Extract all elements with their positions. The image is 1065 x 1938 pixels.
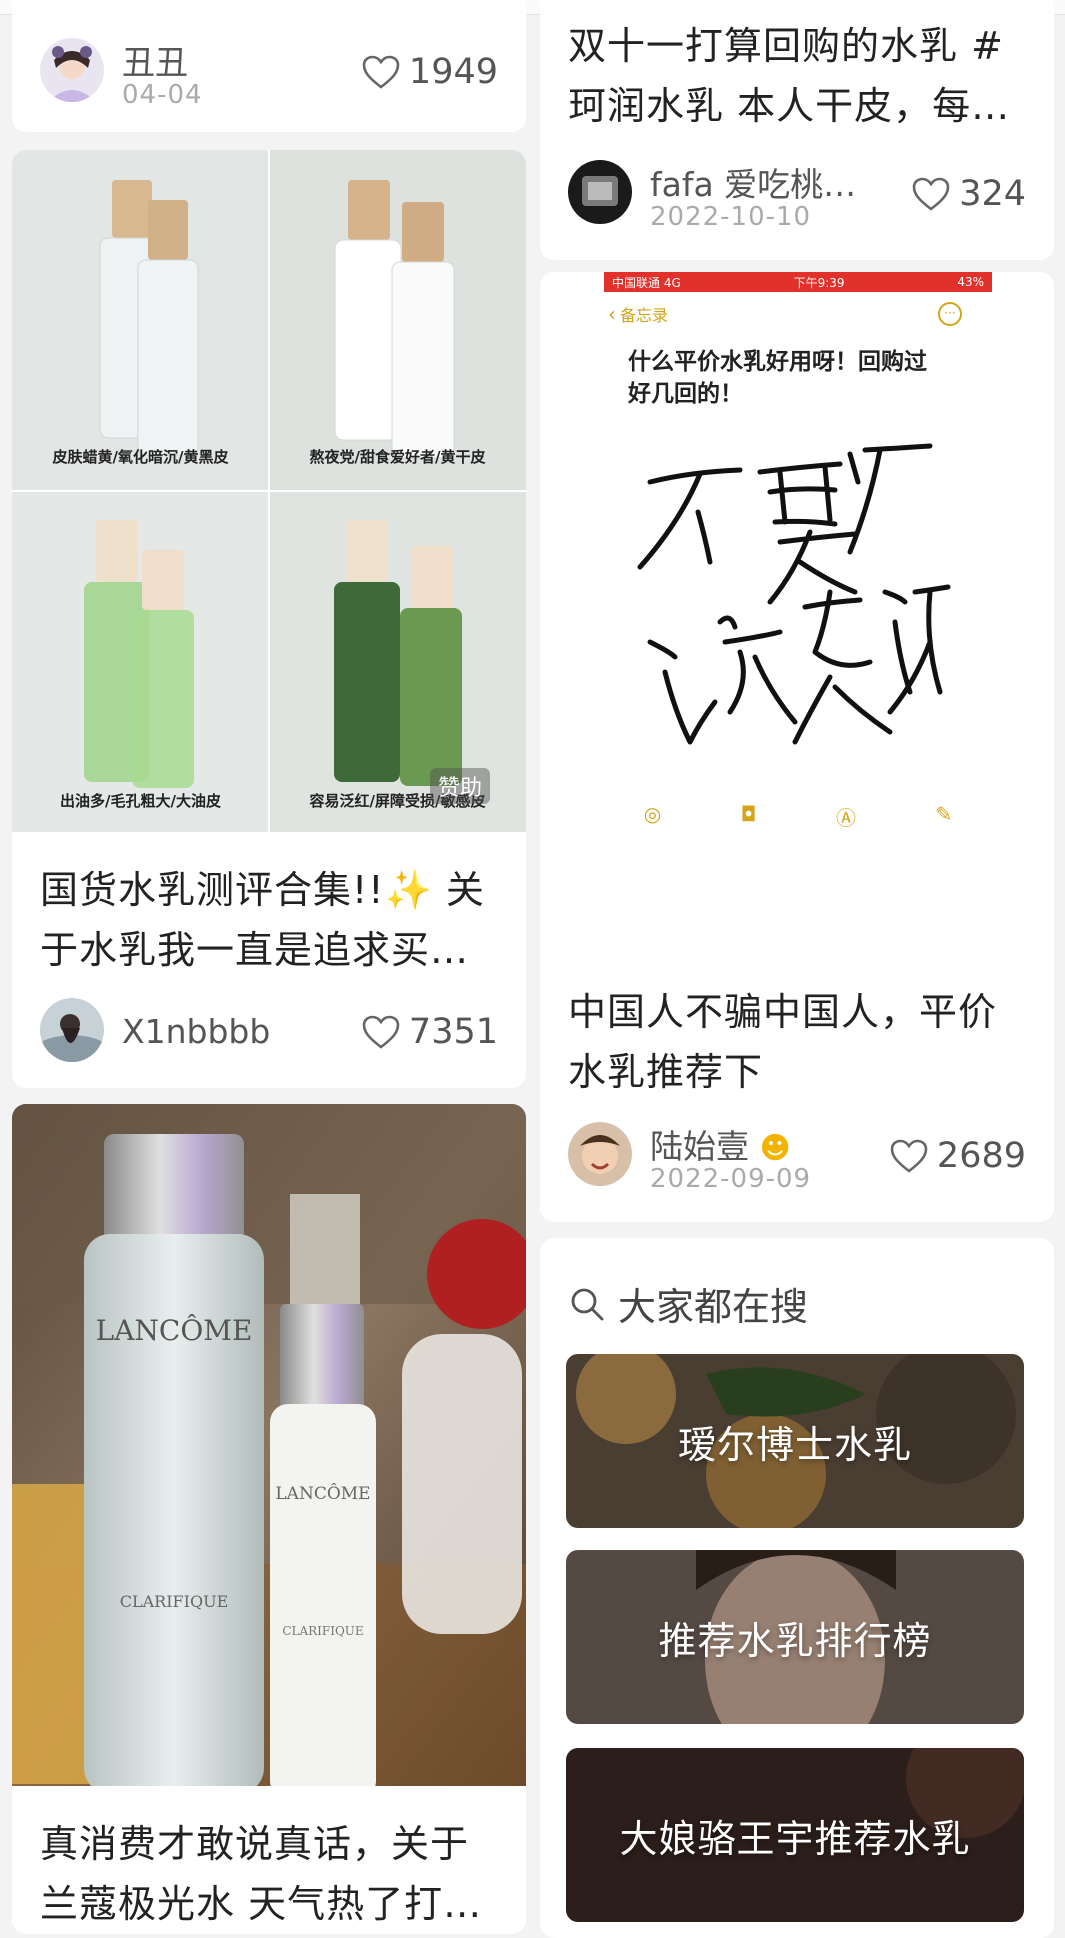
time-text: 下午9:39	[793, 275, 845, 290]
like-button[interactable]: 2689	[889, 1134, 1026, 1178]
like-button[interactable]: 7351	[361, 1010, 498, 1054]
feed-card-post-4[interactable]: 双十一打算回购的水乳 #珂润水乳 本人干皮，每… fafa 爱吃桃子… 2022…	[540, 0, 1054, 260]
avatar[interactable]	[568, 1122, 632, 1186]
feed-card-post-1[interactable]: 丑丑 04-04 1949	[12, 0, 526, 132]
compose-icon: ✎	[935, 802, 953, 826]
post-date: 2022-09-09	[650, 1164, 812, 1194]
author-row: fafa 爱吃桃子… 2022-10-10 324	[568, 160, 1026, 232]
author-row: X1nbbbb 7351	[40, 998, 498, 1070]
phone-status-bar: 中国联通 4G 下午9:39 43%	[604, 272, 992, 292]
like-count: 324	[959, 174, 1026, 214]
post-cover-image[interactable]: 中国联通 4G 下午9:39 43% ‹ 备忘录 ··· 什么平价水乳好用呀！回…	[540, 272, 1054, 958]
notes-back-button: ‹ 备忘录	[608, 302, 668, 326]
product-brand-text: LANCÔME	[275, 1484, 371, 1504]
note-heading: 什么平价水乳好用呀！回购过好几回的！	[628, 349, 927, 407]
pen-icon: Ⓐ	[835, 806, 856, 830]
camera-icon: ◘	[740, 802, 757, 826]
heart-icon	[912, 177, 950, 211]
image-caption: 皮肤蜡黄/氧化暗沉/黄黑皮	[52, 448, 229, 466]
image-caption: 出油多/毛孔粗大/大油皮	[60, 792, 221, 810]
heart-icon	[890, 1139, 928, 1173]
like-count: 1949	[408, 52, 498, 92]
trending-search-item[interactable]: 推荐水乳排行榜	[566, 1550, 1024, 1724]
search-icon	[571, 1288, 604, 1320]
sponsored-badge: 赞助	[430, 768, 491, 804]
chevron-left-icon: ‹	[608, 302, 616, 326]
author-name[interactable]: X1nbbbb	[122, 1012, 270, 1051]
like-button[interactable]: 1949	[361, 50, 498, 94]
post-title[interactable]: 国货水乳测评合集!!✨ 关于水乳我一直是追求买…	[40, 860, 502, 980]
trending-search-item[interactable]: 瑷尔博士水乳	[566, 1354, 1024, 1528]
post-title[interactable]: 中国人不骗中国人，平价水乳推荐下	[568, 982, 1030, 1102]
trending-search-card: 大家都在搜 瑷尔博士水乳 推荐水乳排行榜 大娘骆王宇推荐水乳	[540, 1238, 1054, 1938]
trending-search-text: 大娘骆王宇推荐水乳	[619, 1816, 971, 1861]
author-name[interactable]: fafa 爱吃桃子…	[650, 158, 880, 206]
handwriting-image	[637, 443, 951, 745]
trending-search-label: 大家都在搜	[618, 1285, 809, 1329]
trending-search-item[interactable]: 大娘骆王宇推荐水乳	[566, 1748, 1024, 1922]
product-brand-text: LANCÔME	[95, 1314, 253, 1347]
author-row: 丑丑 04-04 1949	[40, 38, 498, 110]
post-title[interactable]: 真消费才敢说真话，关于兰蔻极光水 天气热了打…	[40, 1814, 502, 1934]
author-row: 陆始壹 ☻ 2022-09-09 2689	[568, 1122, 1026, 1194]
checklist-icon: ◎	[643, 802, 662, 826]
carrier-text: 中国联通 4G	[612, 275, 681, 290]
battery-text: 43%	[957, 275, 984, 289]
author-name[interactable]: 丑丑	[122, 36, 188, 84]
heart-icon	[362, 55, 400, 89]
image-caption: 熬夜党/甜食爱好者/黄干皮	[309, 448, 486, 466]
like-count: 2689	[936, 1136, 1026, 1176]
trending-search-header: 大家都在搜	[568, 1276, 808, 1331]
hugging-face-emoji: ☻	[759, 1131, 791, 1166]
like-count: 7351	[408, 1012, 498, 1052]
like-button[interactable]: 324	[911, 172, 1026, 216]
post-cover-image[interactable]: LANCÔME CLARIFIQUE LANCÔME CLARIFIQUE	[12, 1104, 526, 1799]
notes-toolbar: ◎ ◘ Ⓐ ✎	[604, 802, 992, 831]
post-cover-image[interactable]: 皮肤蜡黄/氧化暗沉/黄黑皮 熬夜党/甜食爱好者/黄干皮 出油多/毛孔粗大/大油皮…	[12, 150, 526, 832]
product-name-text: CLARIFIQUE	[282, 1624, 364, 1638]
avatar[interactable]	[568, 160, 632, 224]
post-date: 2022-10-10	[650, 202, 812, 232]
heart-icon	[362, 1015, 400, 1049]
feed-card-post-2[interactable]: 皮肤蜡黄/氧化暗沉/黄黑皮 熬夜党/甜食爱好者/黄干皮 出油多/毛孔粗大/大油皮…	[12, 150, 526, 1088]
author-name-text: 陆始壹	[650, 1127, 749, 1166]
author-name[interactable]: 陆始壹 ☻	[650, 1120, 791, 1168]
trending-search-text: 瑷尔博士水乳	[677, 1422, 912, 1467]
post-date: 04-04	[122, 80, 203, 110]
feed-card-post-3[interactable]: LANCÔME CLARIFIQUE LANCÔME CLARIFIQUE 真消…	[12, 1104, 526, 1934]
avatar[interactable]	[40, 38, 104, 102]
more-icon: ···	[938, 302, 962, 326]
trending-search-text: 推荐水乳排行榜	[658, 1618, 932, 1663]
post-title[interactable]: 双十一打算回购的水乳 #珂润水乳 本人干皮，每…	[568, 16, 1030, 136]
notes-back-label: 备忘录	[620, 306, 669, 325]
avatar[interactable]	[40, 998, 104, 1062]
feed-card-post-5[interactable]: 中国联通 4G 下午9:39 43% ‹ 备忘录 ··· 什么平价水乳好用呀！回…	[540, 272, 1054, 1222]
product-name-text: CLARIFIQUE	[119, 1592, 229, 1611]
